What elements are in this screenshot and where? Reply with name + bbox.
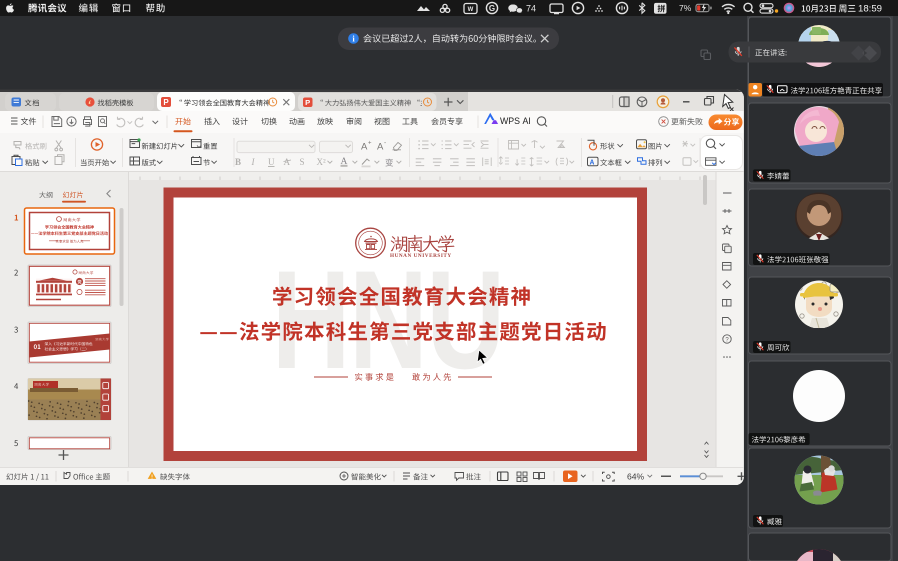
svg-text:B: B bbox=[235, 157, 241, 167]
svg-text:WPS AI: WPS AI bbox=[500, 116, 531, 126]
svg-text:18:59: 18:59 bbox=[858, 4, 882, 15]
svg-text:+: + bbox=[368, 141, 372, 147]
svg-text:HUNAN UNIVERSITY: HUNAN UNIVERSITY bbox=[390, 253, 452, 259]
svg-text:A: A bbox=[377, 142, 384, 153]
svg-text:S: S bbox=[300, 157, 305, 167]
svg-text:-: - bbox=[384, 140, 386, 147]
svg-text:!: ! bbox=[151, 474, 153, 480]
svg-text:P: P bbox=[305, 98, 310, 107]
svg-text:7%: 7% bbox=[679, 3, 692, 13]
svg-text:P: P bbox=[163, 98, 169, 107]
svg-text:U: U bbox=[268, 157, 275, 167]
svg-text:G: G bbox=[489, 4, 495, 13]
svg-text:A: A bbox=[361, 142, 368, 153]
svg-text:74: 74 bbox=[526, 3, 536, 13]
svg-text:A: A bbox=[284, 157, 291, 167]
svg-text:64%: 64% bbox=[627, 472, 645, 482]
svg-text:W: W bbox=[468, 7, 474, 13]
svg-text:X²: X² bbox=[317, 157, 326, 167]
